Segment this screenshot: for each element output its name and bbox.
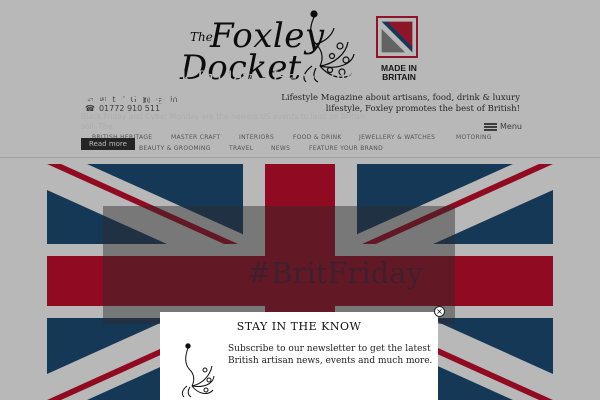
- newsletter-popup: STAY IN THE KNOW Subscribe to our newsle…: [160, 312, 438, 400]
- popup-title: STAY IN THE KNOW: [236, 320, 362, 333]
- popup-body: Subscribe to our newsletter to get the l…: [228, 344, 433, 366]
- close-icon[interactable]: ×: [434, 306, 445, 317]
- peacock-logo-icon: [181, 343, 215, 398]
